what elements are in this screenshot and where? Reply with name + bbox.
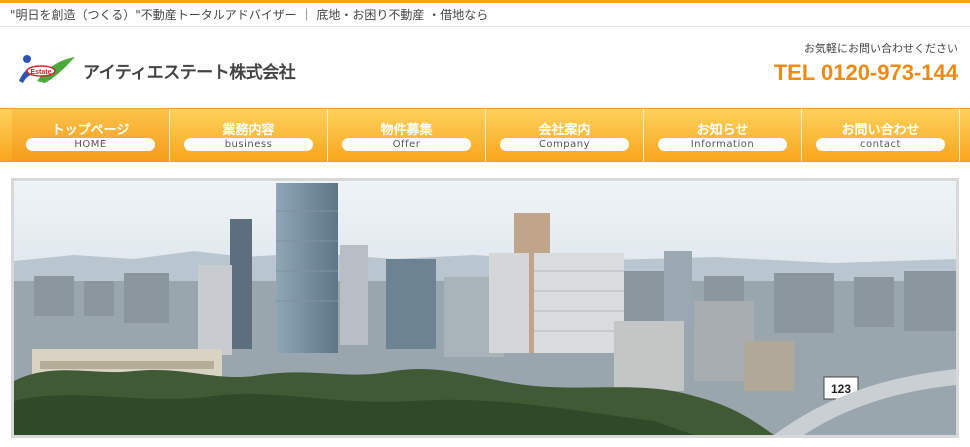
logo-mark-icon: Estate [15, 51, 79, 89]
nav-item-sublabel: Offer [342, 138, 471, 151]
nav-item-label: 業務内容 [222, 123, 275, 138]
nav-item-contact[interactable]: お問い合わせ contact [802, 109, 960, 161]
nav-item-label: 会社案内 [538, 123, 591, 138]
nav-item-sublabel: Company [500, 138, 629, 151]
nav-item-label: お問い合わせ [841, 123, 920, 138]
phone-number[interactable]: TEL 0120-973-144 [774, 60, 958, 86]
hero-sign-text: 123 [831, 382, 851, 396]
nav-item-information[interactable]: お知らせ Information [644, 109, 802, 161]
nav-item-home[interactable]: トップページ HOME [12, 109, 170, 161]
hero-cityscape-image: 123 [11, 178, 959, 438]
nav-item-company[interactable]: 会社案内 Company [486, 109, 644, 161]
logo-mark-text: Estate [30, 69, 51, 76]
nav-item-sublabel: contact [816, 138, 945, 151]
nav-item-sublabel: HOME [26, 138, 155, 151]
nav-item-label: お知らせ [696, 123, 749, 138]
nav-item-sublabel: business [184, 138, 313, 151]
nav-item-label: 物件募集 [380, 123, 433, 138]
contact-lead: お気軽にお問い合わせください [804, 42, 958, 55]
nav-item-label: トップページ [51, 123, 130, 138]
cityscape-illustration: 123 [14, 181, 956, 435]
company-logo[interactable]: Estate アイティエステート株式会社 [15, 50, 315, 90]
company-name: アイティエステート株式会社 [83, 62, 296, 83]
main-nav: トップページ HOME 業務内容 business 物件募集 Offer 会社案… [0, 108, 970, 162]
site-header: Estate アイティエステート株式会社 お気軽にお問い合わせください TEL … [0, 28, 970, 108]
nav-item-sublabel: Information [658, 138, 787, 151]
contact-block: お気軽にお問い合わせください TEL 0120-973-144 [774, 40, 958, 86]
tagline: "明日を創造（つくる）"不動産トータルアドバイザー ｜ 底地・お困り不動産 ・借… [0, 3, 970, 27]
nav-item-business[interactable]: 業務内容 business [170, 109, 328, 161]
nav-item-offer[interactable]: 物件募集 Offer [328, 109, 486, 161]
